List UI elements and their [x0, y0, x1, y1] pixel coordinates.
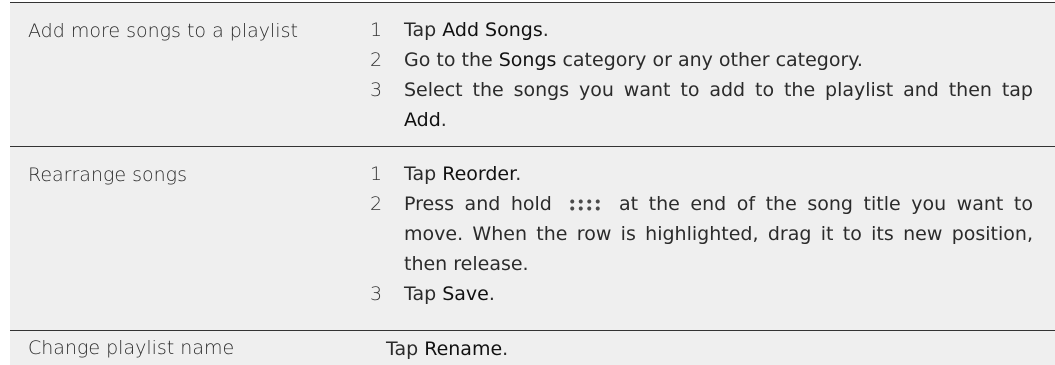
- step-item: 3 Select the songs you want to add to th…: [370, 75, 1033, 135]
- ui-term: Add Songs: [442, 19, 543, 41]
- step-text: .: [440, 109, 447, 131]
- step-text: Press and hold: [404, 193, 552, 215]
- step-text: Go to the: [404, 49, 499, 71]
- step-text: .: [488, 283, 495, 305]
- step-text-single: Tap Rename.: [386, 335, 508, 363]
- step-text: .: [515, 163, 522, 185]
- step-text: Select the songs you want to add to the …: [404, 79, 1033, 101]
- step-number: 1: [370, 19, 383, 41]
- step-number: 2: [370, 193, 383, 215]
- row-label: Change playlist name: [28, 337, 235, 359]
- ui-term: Reorder: [442, 163, 516, 185]
- step-item: 2 Press and hold at the end of the song …: [370, 189, 1033, 279]
- row-label: Rearrange songs: [28, 164, 187, 186]
- drag-handle-icon: [568, 197, 603, 212]
- playlist-actions-table: Add more songs to a playlist 1 Tap Add S…: [10, 2, 1055, 365]
- step-text: Tap: [404, 19, 443, 41]
- step-item: 1 Tap Add Songs.: [370, 15, 1033, 45]
- table-row: Add more songs to a playlist 1 Tap Add S…: [10, 3, 1055, 147]
- row-label: Add more songs to a playlist: [28, 20, 298, 42]
- ui-term: Songs: [498, 49, 557, 71]
- step-item: 2 Go to the Songs category or any other …: [370, 45, 1033, 75]
- table-row: Rearrange songs 1 Tap Reorder. 2 Press a…: [10, 147, 1055, 331]
- step-number: 2: [370, 49, 383, 71]
- step-text: category or any other category.: [556, 49, 863, 71]
- ui-term: Save: [442, 283, 489, 305]
- step-list: 1 Tap Add Songs. 2 Go to the Songs categ…: [370, 15, 1033, 135]
- step-item: 1 Tap Reorder.: [370, 159, 1033, 189]
- step-number: 3: [370, 79, 383, 101]
- step-text: .: [502, 338, 509, 360]
- step-item: 3 Tap Save.: [370, 279, 1033, 309]
- step-number: 1: [370, 163, 383, 185]
- ui-term: Rename: [424, 338, 503, 360]
- step-text: Tap: [386, 338, 425, 360]
- table-row: Change playlist name Tap Rename.: [10, 331, 1055, 365]
- step-text: .: [542, 19, 549, 41]
- step-text: Tap: [404, 283, 443, 305]
- ui-term: Add: [404, 109, 441, 131]
- step-number: 3: [370, 283, 383, 305]
- step-list: 1 Tap Reorder. 2 Press and hold at the e…: [370, 159, 1033, 309]
- step-text: Tap: [404, 163, 443, 185]
